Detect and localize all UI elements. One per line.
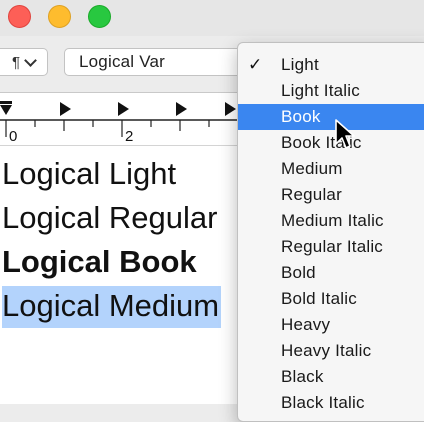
menu-item-label: Black [281, 367, 324, 386]
zoom-button[interactable] [88, 5, 111, 28]
arrow-pointer-icon [335, 119, 355, 149]
menu-item-bold[interactable]: Bold [238, 260, 424, 286]
menu-item-label: Bold [281, 263, 316, 282]
tab-stop-marker[interactable] [176, 102, 187, 116]
close-button[interactable] [8, 5, 31, 28]
font-family-value: Logical Var [79, 52, 165, 71]
text-line-regular[interactable]: Logical Regular [2, 200, 217, 236]
menu-item-label: Black Italic [281, 393, 365, 412]
menu-item-label: Medium Italic [281, 211, 384, 230]
tab-stop-marker[interactable] [60, 102, 71, 116]
menu-item-regular[interactable]: Regular [238, 182, 424, 208]
menu-item-label: Book [281, 107, 321, 126]
menu-item-label: Bold Italic [281, 289, 357, 308]
menu-item-black[interactable]: Black [238, 364, 424, 390]
menu-item-label: Light [281, 55, 319, 74]
menu-item-heavy[interactable]: Heavy [238, 312, 424, 338]
menu-item-black-italic[interactable]: Black Italic [238, 390, 424, 416]
tab-stop-marker[interactable] [225, 102, 236, 116]
font-family-popup[interactable]: Logical Var [64, 48, 264, 76]
menu-item-label: Medium [281, 159, 343, 178]
menu-item-medium[interactable]: Medium [238, 156, 424, 182]
menu-item-label: Light Italic [281, 81, 360, 100]
font-style-menu[interactable]: ✓ Light Light Italic Book Book Italic Me… [237, 42, 424, 422]
menu-item-medium-italic[interactable]: Medium Italic [238, 208, 424, 234]
paragraph-style-button[interactable]: ¶ [0, 48, 48, 76]
paragraph-icon: ¶ [11, 53, 21, 71]
text-line-light[interactable]: Logical Light [2, 156, 176, 192]
tab-stop-marker[interactable] [118, 102, 129, 116]
menu-item-bold-italic[interactable]: Bold Italic [238, 286, 424, 312]
left-indent-marker[interactable] [0, 105, 12, 115]
minimize-button[interactable] [48, 5, 71, 28]
ruler-label-0: 0 [9, 128, 17, 145]
menu-item-heavy-italic[interactable]: Heavy Italic [238, 338, 424, 364]
menu-item-light-italic[interactable]: Light Italic [238, 78, 424, 104]
chevron-down-icon [24, 53, 37, 67]
title-bar [0, 0, 424, 36]
menu-item-book-italic[interactable]: Book Italic [238, 130, 424, 156]
menu-item-label: Heavy Italic [281, 341, 372, 360]
first-line-indent-marker[interactable] [0, 101, 12, 104]
ruler-label-2: 2 [125, 128, 133, 145]
checkmark-icon: ✓ [248, 55, 263, 74]
menu-item-label: Regular [281, 185, 342, 204]
menu-item-label: Heavy [281, 315, 331, 334]
menu-item-regular-italic[interactable]: Regular Italic [238, 234, 424, 260]
menu-item-book[interactable]: Book [238, 104, 424, 130]
text-line-book[interactable]: Logical Book [2, 244, 197, 280]
menu-item-light[interactable]: ✓ Light [238, 52, 424, 78]
menu-item-label: Regular Italic [281, 237, 384, 256]
text-line-medium-selected[interactable]: Logical Medium [2, 286, 222, 328]
